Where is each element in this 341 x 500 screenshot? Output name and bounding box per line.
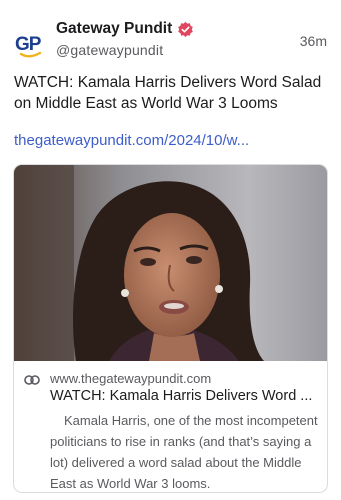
post-timestamp[interactable]: 36m bbox=[300, 33, 327, 49]
svg-text:GP: GP bbox=[15, 34, 42, 55]
post-link[interactable]: thegatewaypundit.com/2024/10/w... bbox=[14, 132, 332, 149]
card-meta: www.thegatewaypundit.com WATCH: Kamala H… bbox=[14, 361, 327, 492]
card-description: Kamala Harris, one of the most incompete… bbox=[50, 413, 318, 491]
card-domain: www.thegatewaypundit.com bbox=[50, 371, 212, 386]
author-name[interactable]: Gateway Pundit bbox=[56, 20, 194, 38]
link-icon bbox=[24, 375, 40, 385]
link-preview-card[interactable]: www.thegatewaypundit.com WATCH: Kamala H… bbox=[13, 164, 328, 493]
gateway-pundit-logo-icon: GP bbox=[15, 34, 43, 58]
author-name-text: Gateway Pundit bbox=[56, 20, 173, 37]
social-post: GP Gateway Pundit @gatewaypundit 36m WAT… bbox=[0, 0, 341, 500]
verified-badge-icon bbox=[178, 21, 194, 37]
card-title: WATCH: Kamala Harris Delivers Word ... bbox=[50, 388, 313, 404]
card-thumbnail-image bbox=[14, 165, 327, 361]
avatar[interactable]: GP bbox=[12, 26, 48, 62]
author-handle[interactable]: @gatewaypundit bbox=[56, 42, 163, 58]
post-text: WATCH: Kamala Harris Delivers Word Salad… bbox=[14, 74, 322, 112]
